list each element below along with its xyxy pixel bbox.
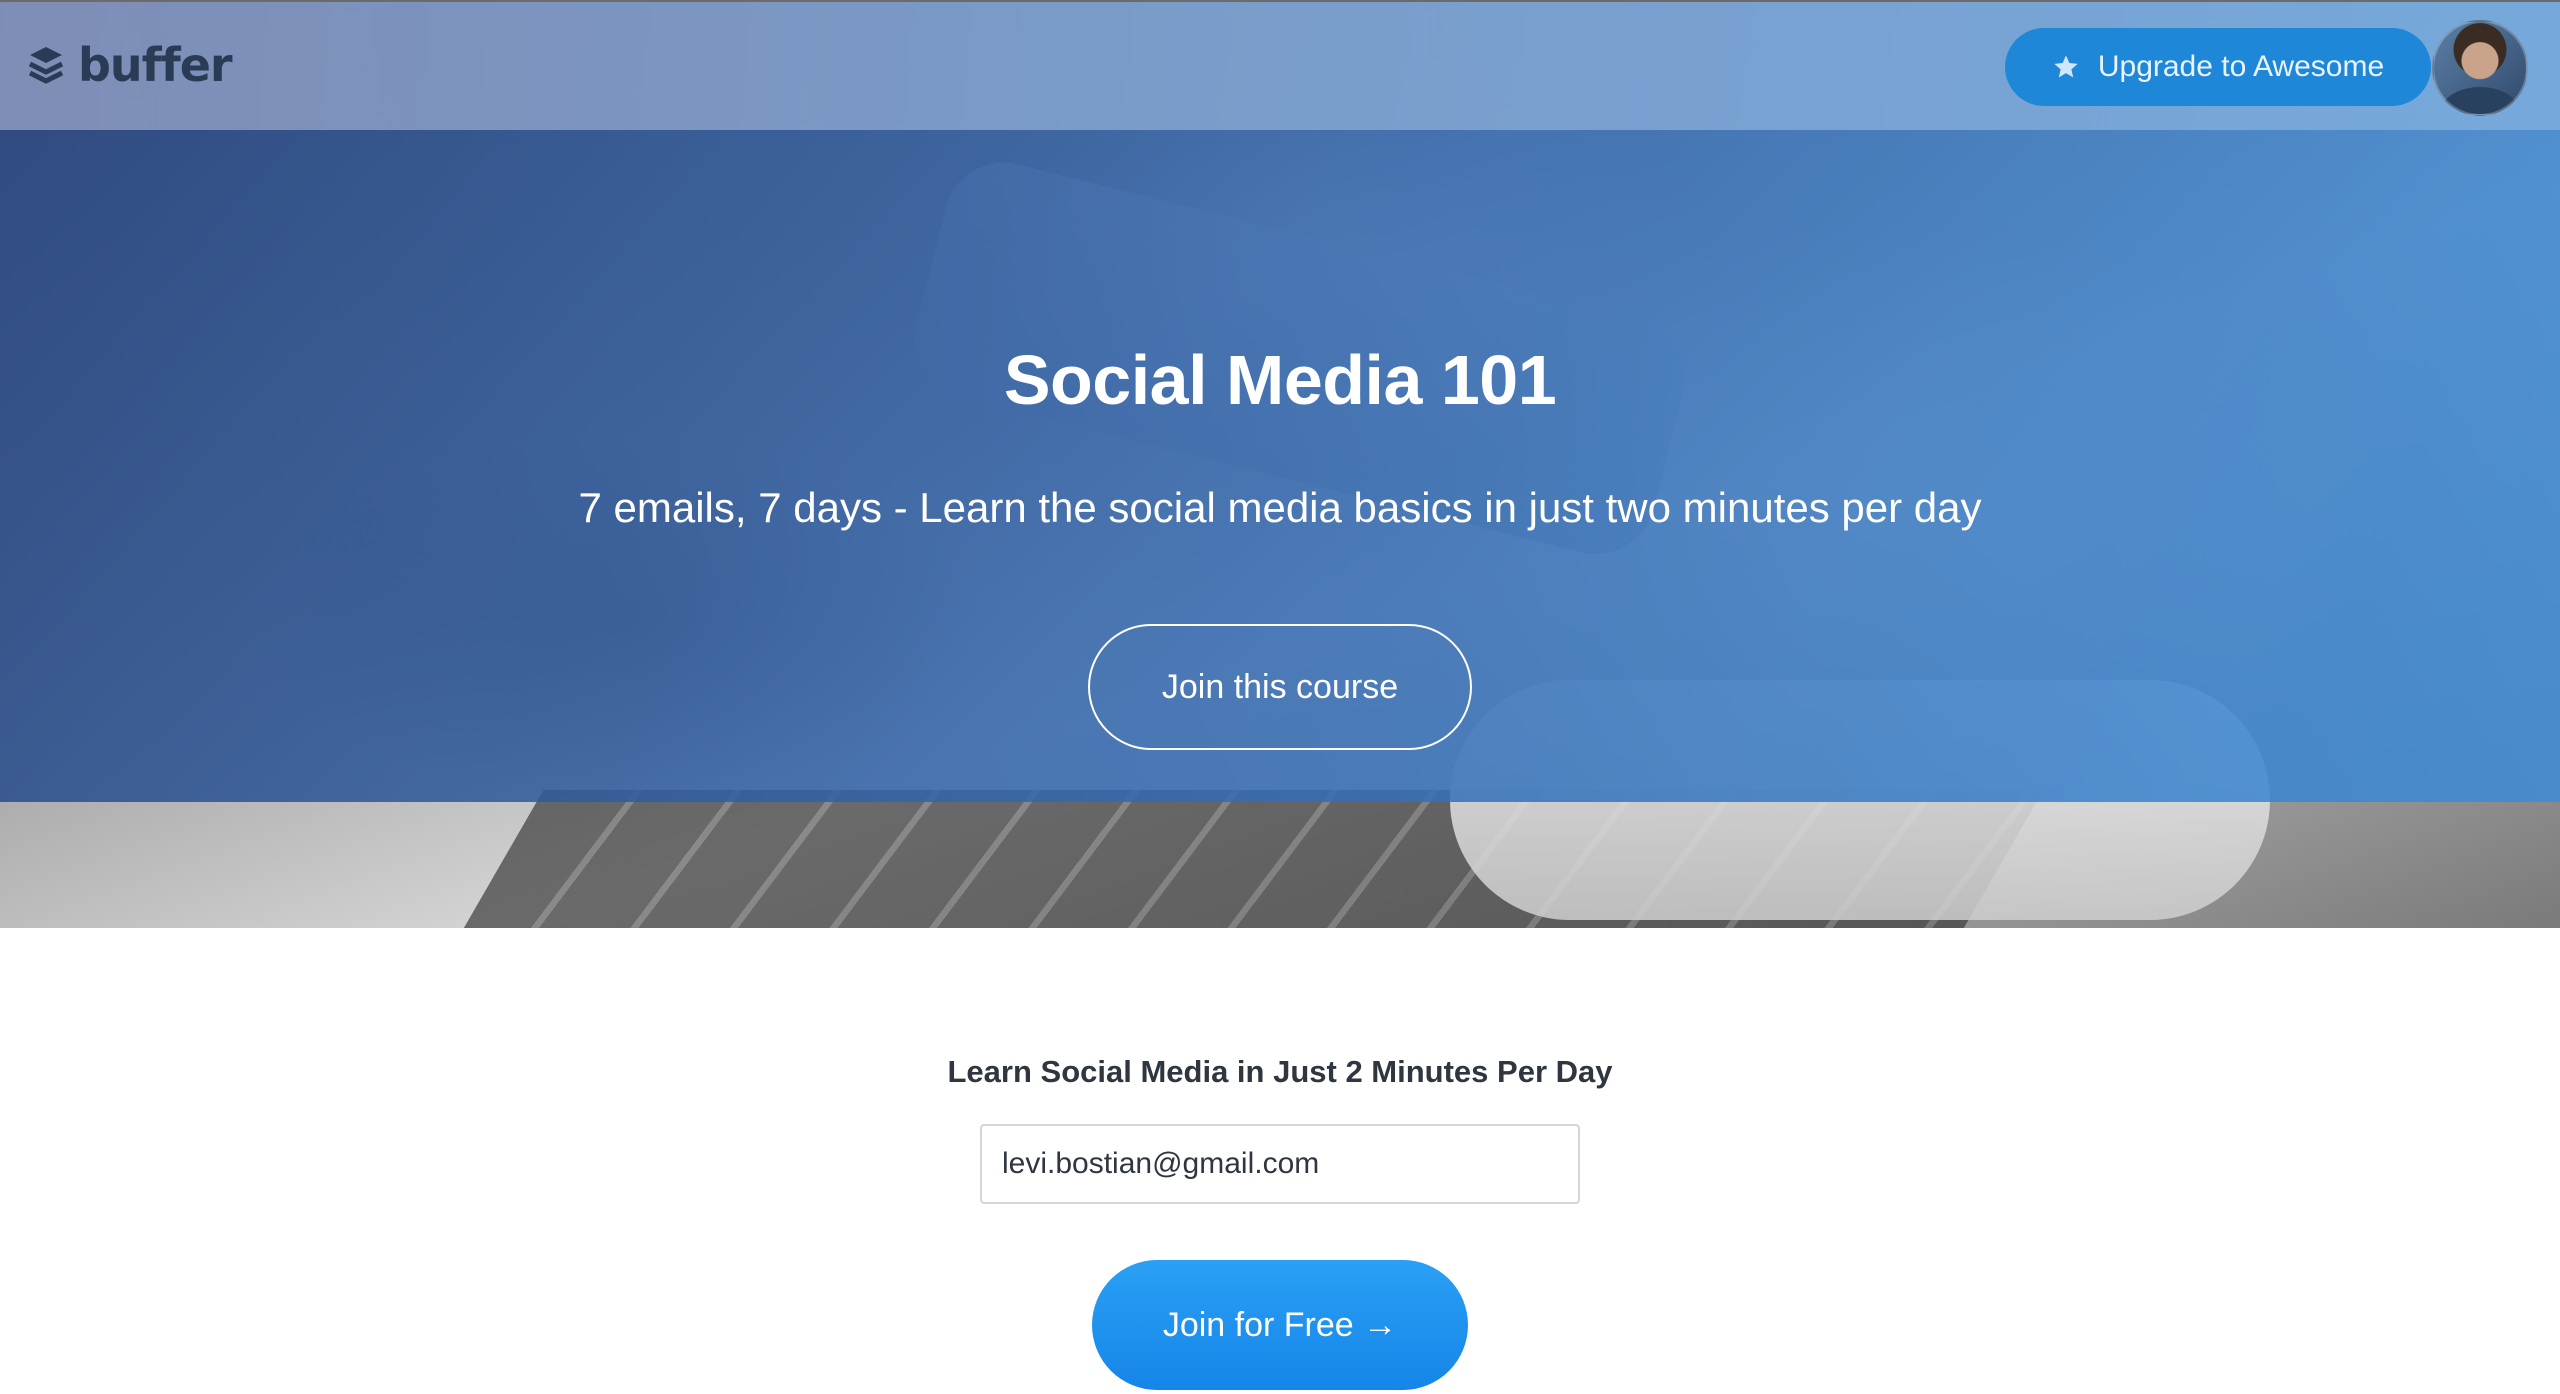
buffer-logo[interactable]: buffer xyxy=(28,38,233,92)
upgrade-label: Upgrade to Awesome xyxy=(2097,50,2385,83)
upgrade-button[interactable]: Upgrade to Awesome xyxy=(2005,28,2431,106)
email-field[interactable] xyxy=(980,1124,1580,1204)
hero-section: Social Media 101 7 emails, 7 days - Lear… xyxy=(0,0,2560,928)
logo-wordmark: buffer xyxy=(78,38,233,92)
star-icon xyxy=(2054,55,2078,78)
user-avatar[interactable] xyxy=(2432,20,2528,116)
buffer-stack-icon xyxy=(28,47,64,84)
join-course-button[interactable]: Join this course xyxy=(1088,624,1472,750)
signup-heading: Learn Social Media in Just 2 Minutes Per… xyxy=(947,1054,1613,1089)
join-for-free-button[interactable]: Join for Free → xyxy=(1092,1260,1468,1390)
top-navbar: buffer Upgrade to Awesome xyxy=(0,0,2560,130)
hero-title: Social Media 101 xyxy=(1003,341,1557,419)
hero-subtitle: 7 emails, 7 days - Learn the social medi… xyxy=(578,484,1982,531)
